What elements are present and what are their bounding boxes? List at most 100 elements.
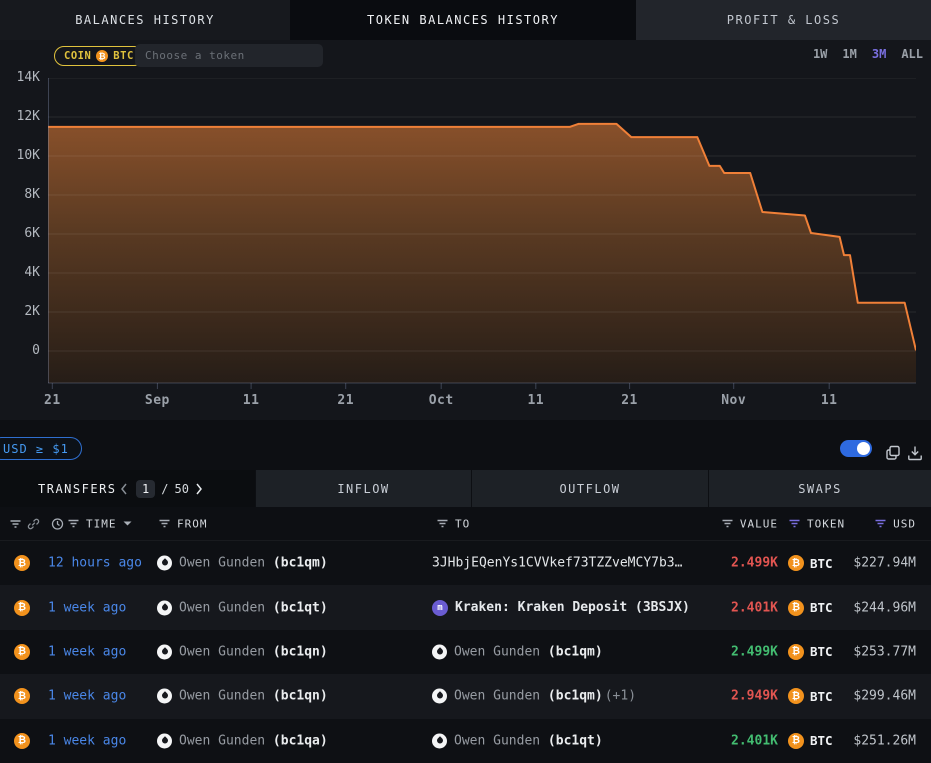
tab-balances-history[interactable]: BALANCES HISTORY <box>0 0 290 40</box>
token-symbol: BTC <box>810 733 833 748</box>
btc-icon: ₿ <box>14 733 30 749</box>
usd-value: $244.96M <box>853 600 916 615</box>
transfer-time-link[interactable]: 1 week ago <box>48 733 126 748</box>
chart-panel: COIN ₿ BTC 1W 1M 3M ALL 14K12K10K8K6K4K2… <box>0 40 931 420</box>
from-entity-address: (bc1qn) <box>273 689 328 704</box>
from-entity-link[interactable]: Owen Gunden (bc1qn) <box>157 644 328 659</box>
token-symbol: BTC <box>810 556 833 571</box>
clock-icon[interactable] <box>51 517 64 530</box>
to-entity-address: (3BSJX) <box>635 600 690 615</box>
x-tick-label: 21 <box>621 393 638 408</box>
current-page: 1 <box>136 480 155 498</box>
tab-transfers[interactable]: TRANSFERS 1 / 50 <box>0 470 255 507</box>
x-tick-label: Oct <box>429 393 454 408</box>
table-row: ₿ 1 week ago Owen Gunden (bc1qn) Owen Gunde… <box>0 674 931 718</box>
from-entity-text: Owen Gunden (bc1qn) <box>179 689 328 704</box>
tab-outflow[interactable]: OUTFLOW <box>471 470 708 507</box>
x-tick-label: 21 <box>337 393 354 408</box>
from-entity-name: Owen Gunden <box>179 733 273 748</box>
link-icon[interactable] <box>27 517 40 530</box>
btc-icon: ₿ <box>788 555 804 571</box>
transfer-value: 2.401K <box>731 733 778 748</box>
to-entity-address: (bc1qm) <box>548 644 603 659</box>
coin-filter-pill[interactable]: COIN ₿ BTC <box>54 46 144 66</box>
table-row: ₿ 1 week ago Owen Gunden (bc1qt) mKraken: K… <box>0 585 931 629</box>
entity-avatar-droplet-icon <box>157 644 172 659</box>
range-all[interactable]: ALL <box>901 47 923 61</box>
from-entity-name: Owen Gunden <box>179 644 273 659</box>
transfer-time-link[interactable]: 1 week ago <box>48 644 126 659</box>
to-additional-count: (+1) <box>605 689 636 704</box>
range-1m[interactable]: 1M <box>842 47 856 61</box>
tab-swaps[interactable]: SWAPS <box>708 470 931 507</box>
to-entity-link[interactable]: Owen Gunden (bc1qm) <box>432 644 603 659</box>
token-column-label: TOKEN <box>807 517 845 530</box>
from-entity-link[interactable]: Owen Gunden (bc1qa) <box>157 733 328 748</box>
tab-inflow[interactable]: INFLOW <box>255 470 471 507</box>
btc-icon: ₿ <box>788 644 804 660</box>
token-symbol: BTC <box>810 644 833 659</box>
usd-min-filter-pill[interactable]: USD ≥ $1 <box>0 437 82 460</box>
token-cell: ₿BTC <box>788 600 833 616</box>
from-entity-link[interactable]: Owen Gunden (bc1qm) <box>157 556 328 571</box>
coin-filter-label: COIN <box>64 50 91 62</box>
y-tick-label: 2K <box>0 304 40 320</box>
to-column-header[interactable]: TO <box>436 517 470 530</box>
token-cell: ₿BTC <box>788 733 833 749</box>
usd-column-label: USD <box>893 517 916 530</box>
from-entity-link[interactable]: Owen Gunden (bc1qt) <box>157 600 328 615</box>
range-1w[interactable]: 1W <box>813 47 827 61</box>
table-row: ₿1 week agoOwen Gunden (bc1qn)Owen Gunde… <box>0 630 931 674</box>
chain-btc-icon: ₿ <box>14 600 30 616</box>
token-search-input[interactable] <box>135 44 323 67</box>
to-entity-link[interactable]: Owen Gunden (bc1qm)(+1) <box>432 689 636 704</box>
table-header: TIME FROM TO VALUE TOKEN USD <box>0 507 931 541</box>
transfer-time-link[interactable]: 1 week ago <box>48 689 126 704</box>
page-separator: / <box>161 482 168 496</box>
table-row: ₿ 12 hours ago Owen Gunden (bc1qm) 3JHbjEQe… <box>0 541 931 585</box>
from-entity-name: Owen Gunden <box>179 600 273 615</box>
time-column-header[interactable]: TIME <box>67 517 132 530</box>
range-3m[interactable]: 3M <box>872 47 886 61</box>
value-column-header[interactable]: VALUE <box>721 517 778 530</box>
token-cell: ₿ BTC <box>788 644 833 660</box>
tab-profit-and-loss[interactable]: PROFIT & LOSS <box>636 0 931 40</box>
balance-area-chart[interactable] <box>48 78 916 390</box>
to-entity-link[interactable]: 3JHbjEQenYs1CVVkef73TZZveMCY7b3… <box>432 556 682 571</box>
row-filter-icon[interactable] <box>9 518 22 530</box>
prev-page-chevron-icon[interactable] <box>120 482 130 496</box>
coin-filter-symbol: BTC <box>113 50 133 62</box>
from-entity-link[interactable]: Owen Gunden (bc1qn) <box>157 689 328 704</box>
chain-btc-icon: ₿ <box>14 688 30 704</box>
token-column-header[interactable]: TOKEN <box>788 517 845 530</box>
to-entity-link[interactable]: mKraken: Kraken Deposit (3BSJX) <box>432 600 690 616</box>
to-column-label: TO <box>455 517 470 530</box>
table-tab-bar: TRANSFERS 1 / 50 INFLOW OUTFLOW SWAPS <box>0 470 931 507</box>
btc-icon: ₿ <box>96 50 108 62</box>
x-tick-label: 11 <box>243 393 260 408</box>
y-tick-label: 10K <box>0 148 40 164</box>
to-entity-address: (bc1qm) <box>548 689 603 704</box>
entity-avatar-droplet-icon <box>157 689 172 704</box>
btc-icon: ₿ <box>14 600 30 616</box>
next-page-chevron-icon[interactable] <box>195 482 205 496</box>
to-entity-name: Owen Gunden <box>454 733 548 748</box>
from-entity-address: (bc1qn) <box>273 644 328 659</box>
from-entity-text: Owen Gunden (bc1qn) <box>179 644 328 659</box>
filter-action-bar: USD ≥ $1 <box>0 420 931 470</box>
token-cell: ₿ BTC <box>788 555 833 571</box>
tab-token-balances-history[interactable]: TOKEN BALANCES HISTORY <box>290 0 636 40</box>
download-icon[interactable] <box>907 445 923 461</box>
transfer-time-link[interactable]: 1 week ago <box>48 600 126 615</box>
kraken-logo-icon: m <box>432 600 448 616</box>
token-symbol: BTC <box>810 600 833 615</box>
chart-toggle-switch[interactable] <box>840 440 872 457</box>
from-column-header[interactable]: FROM <box>158 517 208 530</box>
transfers-table-rows: ₿ 12 hours ago Owen Gunden (bc1qm) 3JHbjEQe… <box>0 541 931 763</box>
transfer-time-link[interactable]: 12 hours ago <box>48 556 142 571</box>
chain-btc-icon: ₿ <box>14 644 30 660</box>
y-tick-label: 14K <box>0 70 40 86</box>
to-entity-link[interactable]: Owen Gunden (bc1qt) <box>432 733 603 748</box>
copy-icon[interactable] <box>885 445 901 461</box>
usd-column-header[interactable]: USD <box>874 517 916 530</box>
